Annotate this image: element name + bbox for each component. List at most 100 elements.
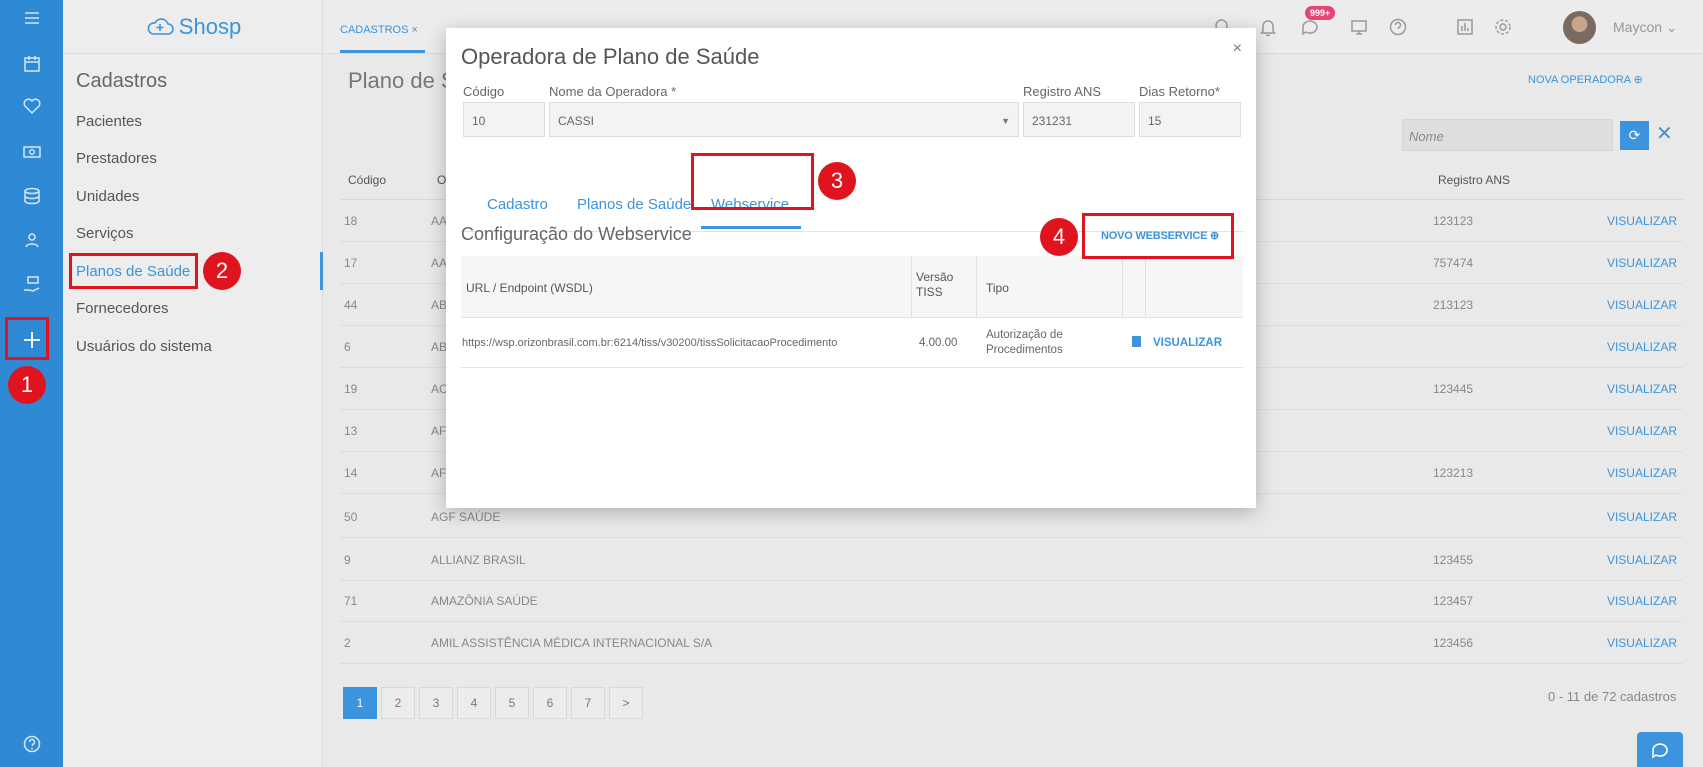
menu-item-fornecedores[interactable]: Fornecedores [76, 300, 169, 317]
visualizar-link[interactable]: VISUALIZAR [1607, 510, 1677, 524]
visualizar-link[interactable]: VISUALIZAR [1607, 594, 1677, 608]
callout-box-3 [691, 153, 814, 210]
modal-title: Operadora de Plano de Saúde [461, 44, 760, 69]
visualizar-link[interactable]: VISUALIZAR [1607, 424, 1677, 438]
nova-operadora-button[interactable]: NOVA OPERADORA ⊕ [1528, 73, 1643, 86]
settings-people-icon[interactable] [0, 222, 63, 258]
visualizar-link[interactable]: VISUALIZAR [1607, 298, 1677, 312]
column-version: Versão TISS [916, 270, 954, 299]
money-icon[interactable] [0, 134, 63, 170]
menu-icon[interactable] [0, 0, 63, 36]
cadastros-menu: Shosp Cadastros Pacientes Prestadores Un… [63, 0, 323, 767]
help-icon[interactable] [0, 726, 63, 762]
row-code: 6 [344, 340, 351, 354]
row-ans: 213123 [1433, 298, 1474, 312]
active-indicator [320, 252, 323, 290]
page-button[interactable]: 7 [571, 687, 605, 719]
column-type: Tipo [986, 281, 1009, 295]
code-label: Código [463, 84, 505, 99]
row-code: 50 [344, 510, 358, 524]
monitor-icon[interactable] [1346, 14, 1372, 40]
clear-filter-icon[interactable]: ✕ [1656, 121, 1673, 146]
menu-item-usuarios[interactable]: Usuários do sistema [76, 338, 212, 355]
row-code: 44 [344, 298, 358, 312]
chat-bubble-icon [1652, 742, 1668, 758]
menu-item-pacientes[interactable]: Pacientes [76, 113, 142, 130]
page-button[interactable]: 6 [533, 687, 567, 719]
row-ans: 123457 [1433, 594, 1474, 608]
report-icon[interactable] [1452, 14, 1478, 40]
next-page-button[interactable]: > [609, 687, 643, 719]
tab-underline [340, 50, 425, 53]
operator-name-select[interactable]: CASSI ▼ [549, 102, 1019, 137]
trash-icon[interactable] [1132, 336, 1141, 347]
row-name: AA [431, 214, 448, 228]
column-divider [976, 256, 977, 318]
visualizar-link[interactable]: VISUALIZAR [1607, 553, 1677, 567]
gear-icon[interactable] [1490, 14, 1516, 40]
column-ans[interactable]: Registro ANS [1438, 173, 1510, 187]
days-return-label: Dias Retorno* [1139, 84, 1220, 99]
visualizar-link[interactable]: VISUALIZAR [1607, 214, 1677, 228]
avatar[interactable] [1563, 11, 1596, 44]
callout-box-4 [1082, 213, 1234, 259]
hand-money-icon[interactable] [0, 266, 63, 302]
name-filter-input[interactable]: Nome [1402, 119, 1613, 151]
ws-visualizar-link[interactable]: VISUALIZAR [1153, 337, 1222, 349]
page-button[interactable]: 5 [495, 687, 529, 719]
ws-url: https://wsp.orizonbrasil.com.br:6214/tis… [462, 337, 838, 349]
menu-item-servicos[interactable]: Serviços [76, 225, 134, 242]
help-icon[interactable] [1385, 14, 1411, 40]
ws-version: 4.00.00 [919, 337, 958, 349]
row-ans: 123123 [1433, 214, 1474, 228]
calendar-icon[interactable] [0, 46, 63, 82]
bell-icon[interactable] [1255, 14, 1281, 40]
menu-item-unidades[interactable]: Unidades [76, 188, 139, 205]
page-button[interactable]: 4 [457, 687, 491, 719]
tab-planos-de-saude[interactable]: Planos de Saúde [577, 196, 691, 213]
refresh-button[interactable]: ⟳ [1620, 121, 1649, 150]
ans-field[interactable]: 231231 [1023, 102, 1135, 137]
callout-number-2: 2 [203, 252, 241, 290]
tab-cadastros[interactable]: CADASTROS × [340, 24, 418, 36]
row-name: AMIL ASSISTÊNCIA MÉDICA INTERNACIONAL S/… [431, 636, 713, 650]
pagination: 1 2 3 4 5 6 7 > [343, 687, 643, 719]
operadora-modal: Operadora de Plano de Saúde × Código Nom… [446, 28, 1256, 508]
record-count: 0 - 11 de 72 cadastros [1548, 689, 1677, 704]
row-code: 13 [344, 424, 358, 438]
page-button[interactable]: 2 [381, 687, 415, 719]
row-ans: 123445 [1433, 382, 1474, 396]
visualizar-link[interactable]: VISUALIZAR [1607, 340, 1677, 354]
row-name: AGF SAÚDE [431, 510, 501, 524]
row-name: AB [431, 298, 448, 312]
column-code[interactable]: Código [348, 173, 386, 187]
tab-cadastro[interactable]: Cadastro [487, 196, 548, 213]
visualizar-link[interactable]: VISUALIZAR [1607, 636, 1677, 650]
page-button[interactable]: 1 [343, 687, 377, 719]
support-chat-button[interactable] [1637, 732, 1683, 767]
page-button[interactable]: 3 [419, 687, 453, 719]
caret-down-icon: ▼ [1001, 116, 1010, 126]
days-return-field[interactable]: 15 [1139, 102, 1241, 137]
menu-item-prestadores[interactable]: Prestadores [76, 150, 157, 167]
webservice-table-header: URL / Endpoint (WSDL) Versão TISS Tipo [461, 256, 1243, 318]
callout-number-3: 3 [818, 162, 856, 200]
chevron-down-icon: ⌄ [1665, 19, 1678, 35]
table-row: 2 AMIL ASSISTÊNCIA MÉDICA INTERNACIONAL … [340, 622, 1683, 664]
close-icon[interactable]: × [1233, 40, 1242, 58]
notification-badge: 999+ [1305, 6, 1336, 20]
heart-icon[interactable] [0, 88, 63, 124]
code-field[interactable]: 10 [463, 102, 545, 137]
visualizar-link[interactable]: VISUALIZAR [1607, 256, 1677, 270]
brand-logo[interactable]: Shosp [63, 0, 323, 54]
user-name[interactable]: Maycon ⌄ [1613, 19, 1678, 36]
row-code: 18 [344, 214, 358, 228]
visualizar-link[interactable]: VISUALIZAR [1607, 382, 1677, 396]
database-icon[interactable] [0, 178, 63, 214]
row-code: 9 [344, 553, 351, 567]
visualizar-link[interactable]: VISUALIZAR [1607, 466, 1677, 480]
column-name[interactable]: O [437, 173, 446, 187]
callout-box-1 [5, 317, 49, 360]
section-title: Configuração do Webservice [461, 224, 692, 244]
column-divider [1122, 256, 1123, 318]
